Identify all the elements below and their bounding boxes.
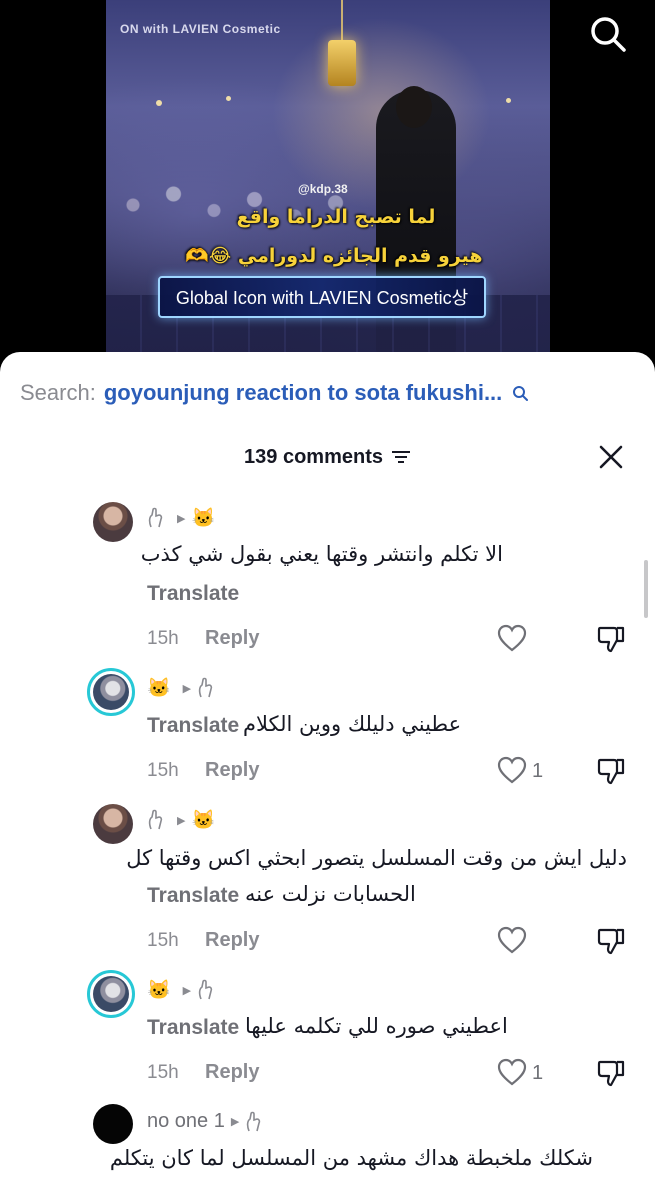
avatar-image — [93, 674, 129, 710]
wave-hand-icon — [198, 979, 213, 1000]
cat-emoji-icon: 🐱 — [191, 508, 216, 529]
avatar[interactable] — [93, 1104, 133, 1144]
cat-emoji-icon: 🐱 — [191, 810, 216, 831]
reply-arrow-icon: ▶ — [230, 1116, 240, 1128]
dislike-icon[interactable] — [596, 624, 626, 654]
stage-light — [156, 100, 162, 106]
wave-hand-icon — [247, 1111, 261, 1131]
avatar[interactable] — [87, 668, 135, 716]
reply-button[interactable]: Reply — [205, 759, 259, 782]
stage-light — [506, 98, 511, 103]
dislike-icon[interactable] — [596, 756, 626, 786]
related-search-link[interactable]: Search: goyounjung reaction to sota fuku… — [20, 380, 529, 406]
reply-button[interactable]: Reply — [205, 1061, 259, 1084]
comment-text-line1: دليل ايش من وقت المسلسل يتصور ابحثي اكس … — [126, 846, 627, 870]
close-icon[interactable] — [598, 444, 624, 470]
dislike-icon[interactable] — [596, 1058, 626, 1088]
search-prefix: Search: — [20, 380, 96, 405]
translate-button[interactable]: Translate — [147, 582, 239, 606]
comments-header: 139 comments — [0, 442, 655, 472]
wave-hand-icon — [198, 677, 213, 698]
like-heart-icon[interactable] — [497, 756, 527, 784]
translate-button[interactable]: Translate — [147, 1016, 239, 1040]
comment-time: 15h — [147, 760, 179, 781]
award-banner: Global Icon with LAVIEN Cosmetic상 — [158, 276, 486, 318]
filter-icon[interactable] — [391, 449, 411, 465]
comment-text: الا تكلم وانتشر وقتها يعني بقول شي كذب — [140, 542, 503, 566]
avatar[interactable] — [87, 970, 135, 1018]
search-query[interactable]: goyounjung reaction to sota fukushi... — [104, 380, 502, 406]
comment-author-row[interactable]: ▶ 🐱 — [147, 506, 221, 530]
comment-time: 15h — [147, 628, 179, 649]
comment-author-row[interactable]: 🐱 ▶ — [147, 978, 215, 1002]
comments-sheet: Search: goyounjung reaction to sota fuku… — [0, 352, 655, 1200]
comment-text: شكلك ملخبطة هداك مشهد من المسلسل لما كان… — [109, 1146, 593, 1170]
comment-time: 15h — [147, 930, 179, 951]
like-heart-icon[interactable] — [497, 624, 527, 652]
comment-text: اعطيني صوره للي تكلمه عليها — [245, 1014, 508, 1038]
reply-arrow-icon: ▶ — [177, 814, 186, 827]
comment-author-name[interactable]: no one 1 — [147, 1110, 225, 1133]
dislike-icon[interactable] — [596, 926, 626, 956]
reply-arrow-icon: ▶ — [177, 512, 186, 525]
like-heart-icon[interactable] — [497, 1058, 527, 1086]
translate-button[interactable]: Translate — [147, 714, 239, 738]
award-banner-text: Global Icon with LAVIEN Cosmetic상 — [175, 288, 469, 308]
scrollbar[interactable] — [644, 560, 648, 618]
cat-emoji-icon: 🐱 — [147, 980, 171, 1001]
reply-arrow-icon: ▶ — [182, 984, 192, 997]
comment-author-row[interactable]: 🐱 ▶ — [147, 676, 215, 700]
video-caption-line2: هيرو قدم الجائزه لدورامي 😂🫶 — [185, 245, 483, 267]
avatar[interactable] — [93, 804, 133, 844]
reply-button[interactable]: Reply — [205, 627, 259, 650]
like-count: 1 — [532, 760, 544, 782]
lantern-rope — [341, 0, 343, 40]
avatar-image — [93, 976, 129, 1012]
wave-hand-icon — [148, 507, 163, 528]
reply-button[interactable]: Reply — [205, 929, 259, 952]
like-count: 1 — [532, 1062, 544, 1084]
video-caption-line1: لما تصبح الدراما واقع — [236, 206, 436, 228]
like-heart-icon[interactable] — [497, 926, 527, 954]
reply-arrow-icon: ▶ — [182, 682, 192, 695]
search-icon[interactable] — [588, 14, 628, 54]
translate-button[interactable]: Translate — [147, 884, 239, 908]
video-player[interactable]: ON with LAVIEN Cosmetic @kdp.38 لما تصبح… — [0, 0, 655, 355]
comment-time: 15h — [147, 1062, 179, 1083]
stage-light — [226, 96, 231, 101]
comment-text: عطيني دليلك ووين الكلام — [243, 712, 462, 736]
stage-lantern — [328, 40, 356, 86]
video-overlay-title: ON with LAVIEN Cosmetic — [120, 22, 281, 36]
video-frame[interactable]: ON with LAVIEN Cosmetic @kdp.38 لما تصبح… — [106, 0, 550, 355]
comment-text-line2: الحسابات نزلت عنه — [245, 882, 416, 906]
comment-author-row[interactable]: ▶ 🐱 — [147, 808, 221, 832]
comments-count: 139 comments — [244, 445, 383, 468]
wave-hand-icon — [148, 809, 163, 830]
search-icon — [513, 386, 529, 401]
avatar[interactable] — [93, 502, 133, 542]
presenter-head — [396, 86, 432, 128]
comment-author-row[interactable]: no one 1 ▶ — [147, 1110, 263, 1133]
video-watermark: @kdp.38 — [298, 182, 348, 196]
cat-emoji-icon: 🐱 — [147, 678, 171, 699]
